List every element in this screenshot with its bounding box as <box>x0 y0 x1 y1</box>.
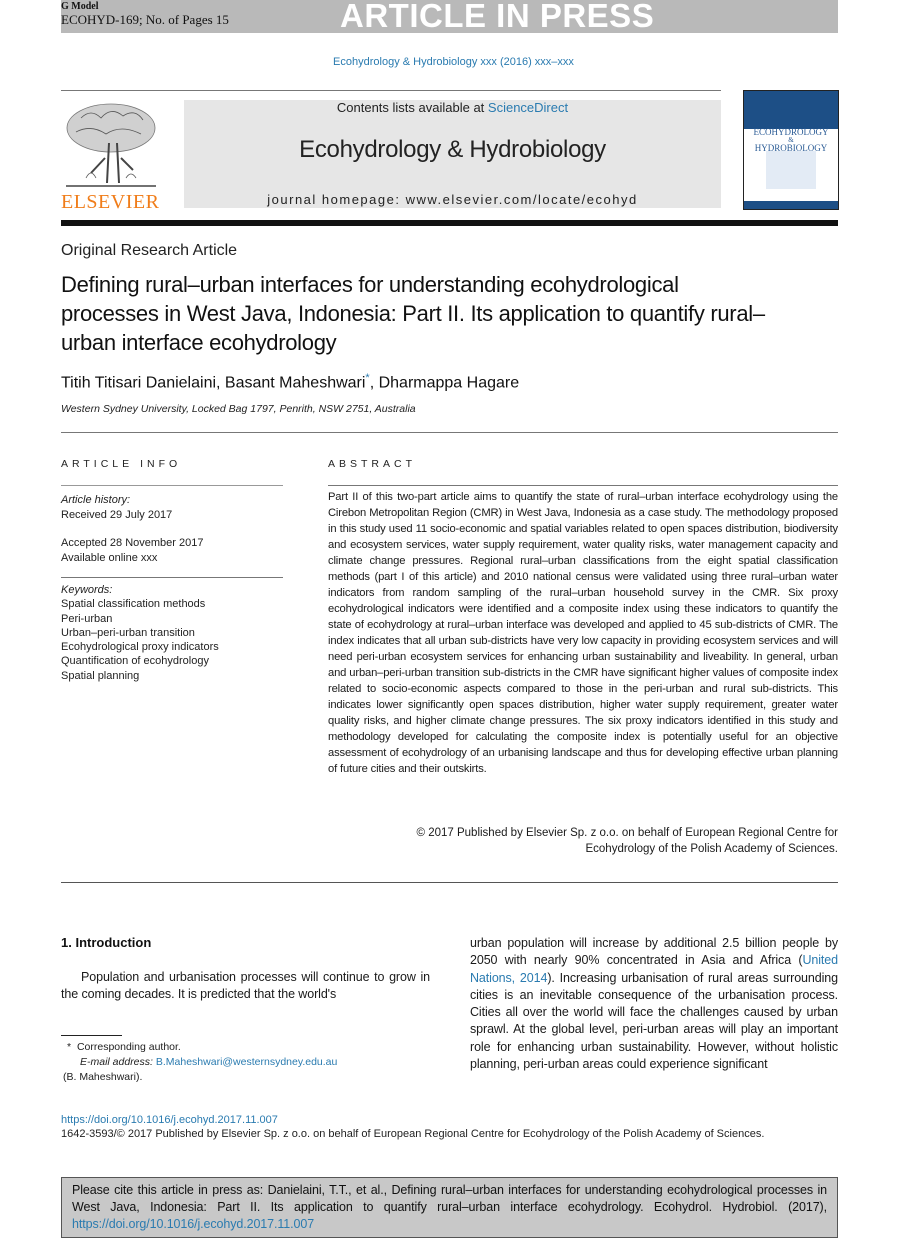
masthead-top-rule <box>61 90 721 91</box>
corresponding-author-note: Corresponding author. <box>76 1041 181 1053</box>
abstract-end-rule <box>61 882 838 883</box>
copyright-line-2: Ecohydrology of the Polish Academy of Sc… <box>585 843 838 855</box>
citation-doi-link[interactable]: https://doi.org/10.1016/j.ecohyd.2017.11… <box>72 1217 314 1231</box>
abstract-text: Part II of this two-part article aims to… <box>328 491 838 775</box>
keyword-item: Urban–peri-urban transition <box>61 626 195 639</box>
journal-reference: Ecohydrology & Hydrobiology xxx (2016) x… <box>333 56 574 68</box>
available-online: Available online xxx <box>61 551 158 564</box>
abstract-heading: ABSTRACT <box>328 458 417 470</box>
sciencedirect-link[interactable]: ScienceDirect <box>488 100 568 115</box>
accepted-date: Accepted 28 November 2017 <box>61 537 204 549</box>
email-link[interactable]: B.Maheshwari@westernsydney.edu.au <box>156 1056 337 1068</box>
keyword-item: Ecohydrological proxy indicators <box>61 641 219 654</box>
keyword-item: Spatial classification methods <box>61 598 206 611</box>
footnote-rule <box>61 1035 122 1036</box>
manuscript-id: ECOHYD-169; No. of Pages 15 <box>61 12 229 27</box>
masthead-thick-rule <box>61 220 838 226</box>
cover-footer-band <box>744 201 838 209</box>
introduction-right-column: urban population will increase by additi… <box>470 935 838 1073</box>
introduction-left-column: Population and urbanisation processes wi… <box>61 970 430 1002</box>
author-list: Titih Titisari Danielaini, Basant Mahesh… <box>61 372 520 392</box>
intro-text-part-1: urban population will increase by additi… <box>470 936 838 968</box>
cover-illustration <box>766 151 816 189</box>
keywords: Keywords: Spatial classification methods… <box>61 583 219 683</box>
keyword-item: Peri-urban <box>61 612 113 625</box>
article-type: Original Research Article <box>61 242 238 259</box>
footnote: * Corresponding author. E-mail address: … <box>63 1040 337 1085</box>
cover-header-band <box>744 91 838 129</box>
abstract-copyright: © 2017 Published by Elsevier Sp. z o.o. … <box>328 825 838 857</box>
abstract-rule <box>328 485 838 486</box>
citation-body: Please cite this article in press as: Da… <box>72 1183 827 1214</box>
email-label: E-mail address: <box>80 1056 153 1068</box>
g-model-label: G Model <box>61 1 99 12</box>
corresponding-author-marker[interactable]: * <box>365 372 369 384</box>
cover-title: ECOHYDROLOGY & HYDROBIOLOGY <box>744 127 838 153</box>
introduction-heading: 1. Introduction <box>61 935 152 950</box>
author-2: Basant Maheshwari <box>224 374 366 392</box>
article-history: Article history: Received 29 July 2017 A… <box>61 493 203 565</box>
journal-homepage[interactable]: journal homepage: www.elsevier.com/locat… <box>184 192 721 207</box>
history-label: Article history: <box>61 494 131 506</box>
contents-line: Contents lists available at ScienceDirec… <box>184 100 721 115</box>
footnote-author-name: (B. Maheshwari). <box>63 1071 143 1083</box>
issn-copyright: 1642-3593/© 2017 Published by Elsevier S… <box>61 1128 765 1140</box>
citation-text: Please cite this article in press as: Da… <box>72 1182 827 1233</box>
keyword-item: Spatial planning <box>61 669 140 682</box>
article-in-press-label: ARTICLE IN PRESS <box>340 0 655 34</box>
footnote-marker: * <box>67 1041 72 1053</box>
keywords-rule <box>61 577 283 578</box>
article-info-rule <box>61 485 283 486</box>
elsevier-wordmark: ELSEVIER <box>61 191 160 213</box>
received-date: Received 29 July 2017 <box>61 508 173 521</box>
journal-cover-thumbnail: ECOHYDROLOGY & HYDROBIOLOGY <box>743 90 839 210</box>
header-divider <box>61 432 838 433</box>
keyword-item: Quantification of ecohydrology <box>61 655 209 668</box>
keywords-label: Keywords: <box>61 584 113 596</box>
affiliation: Western Sydney University, Locked Bag 17… <box>61 403 416 415</box>
doi-link[interactable]: https://doi.org/10.1016/j.ecohyd.2017.11… <box>61 1114 278 1126</box>
contents-prefix: Contents lists available at <box>336 100 488 115</box>
author-1: Titih Titisari Danielaini <box>61 374 217 392</box>
article-title: Defining rural–urban interfaces for unde… <box>61 272 765 355</box>
copyright-line-1: © 2017 Published by Elsevier Sp. z o.o. … <box>416 827 838 839</box>
intro-text-part-2: ). Increasing urbanisation of rural area… <box>470 970 838 1072</box>
article-info-heading: ARTICLE INFO <box>61 458 182 470</box>
journal-title: Ecohydrology & Hydrobiology <box>299 136 606 163</box>
author-3: Dharmappa Hagare <box>378 374 520 392</box>
